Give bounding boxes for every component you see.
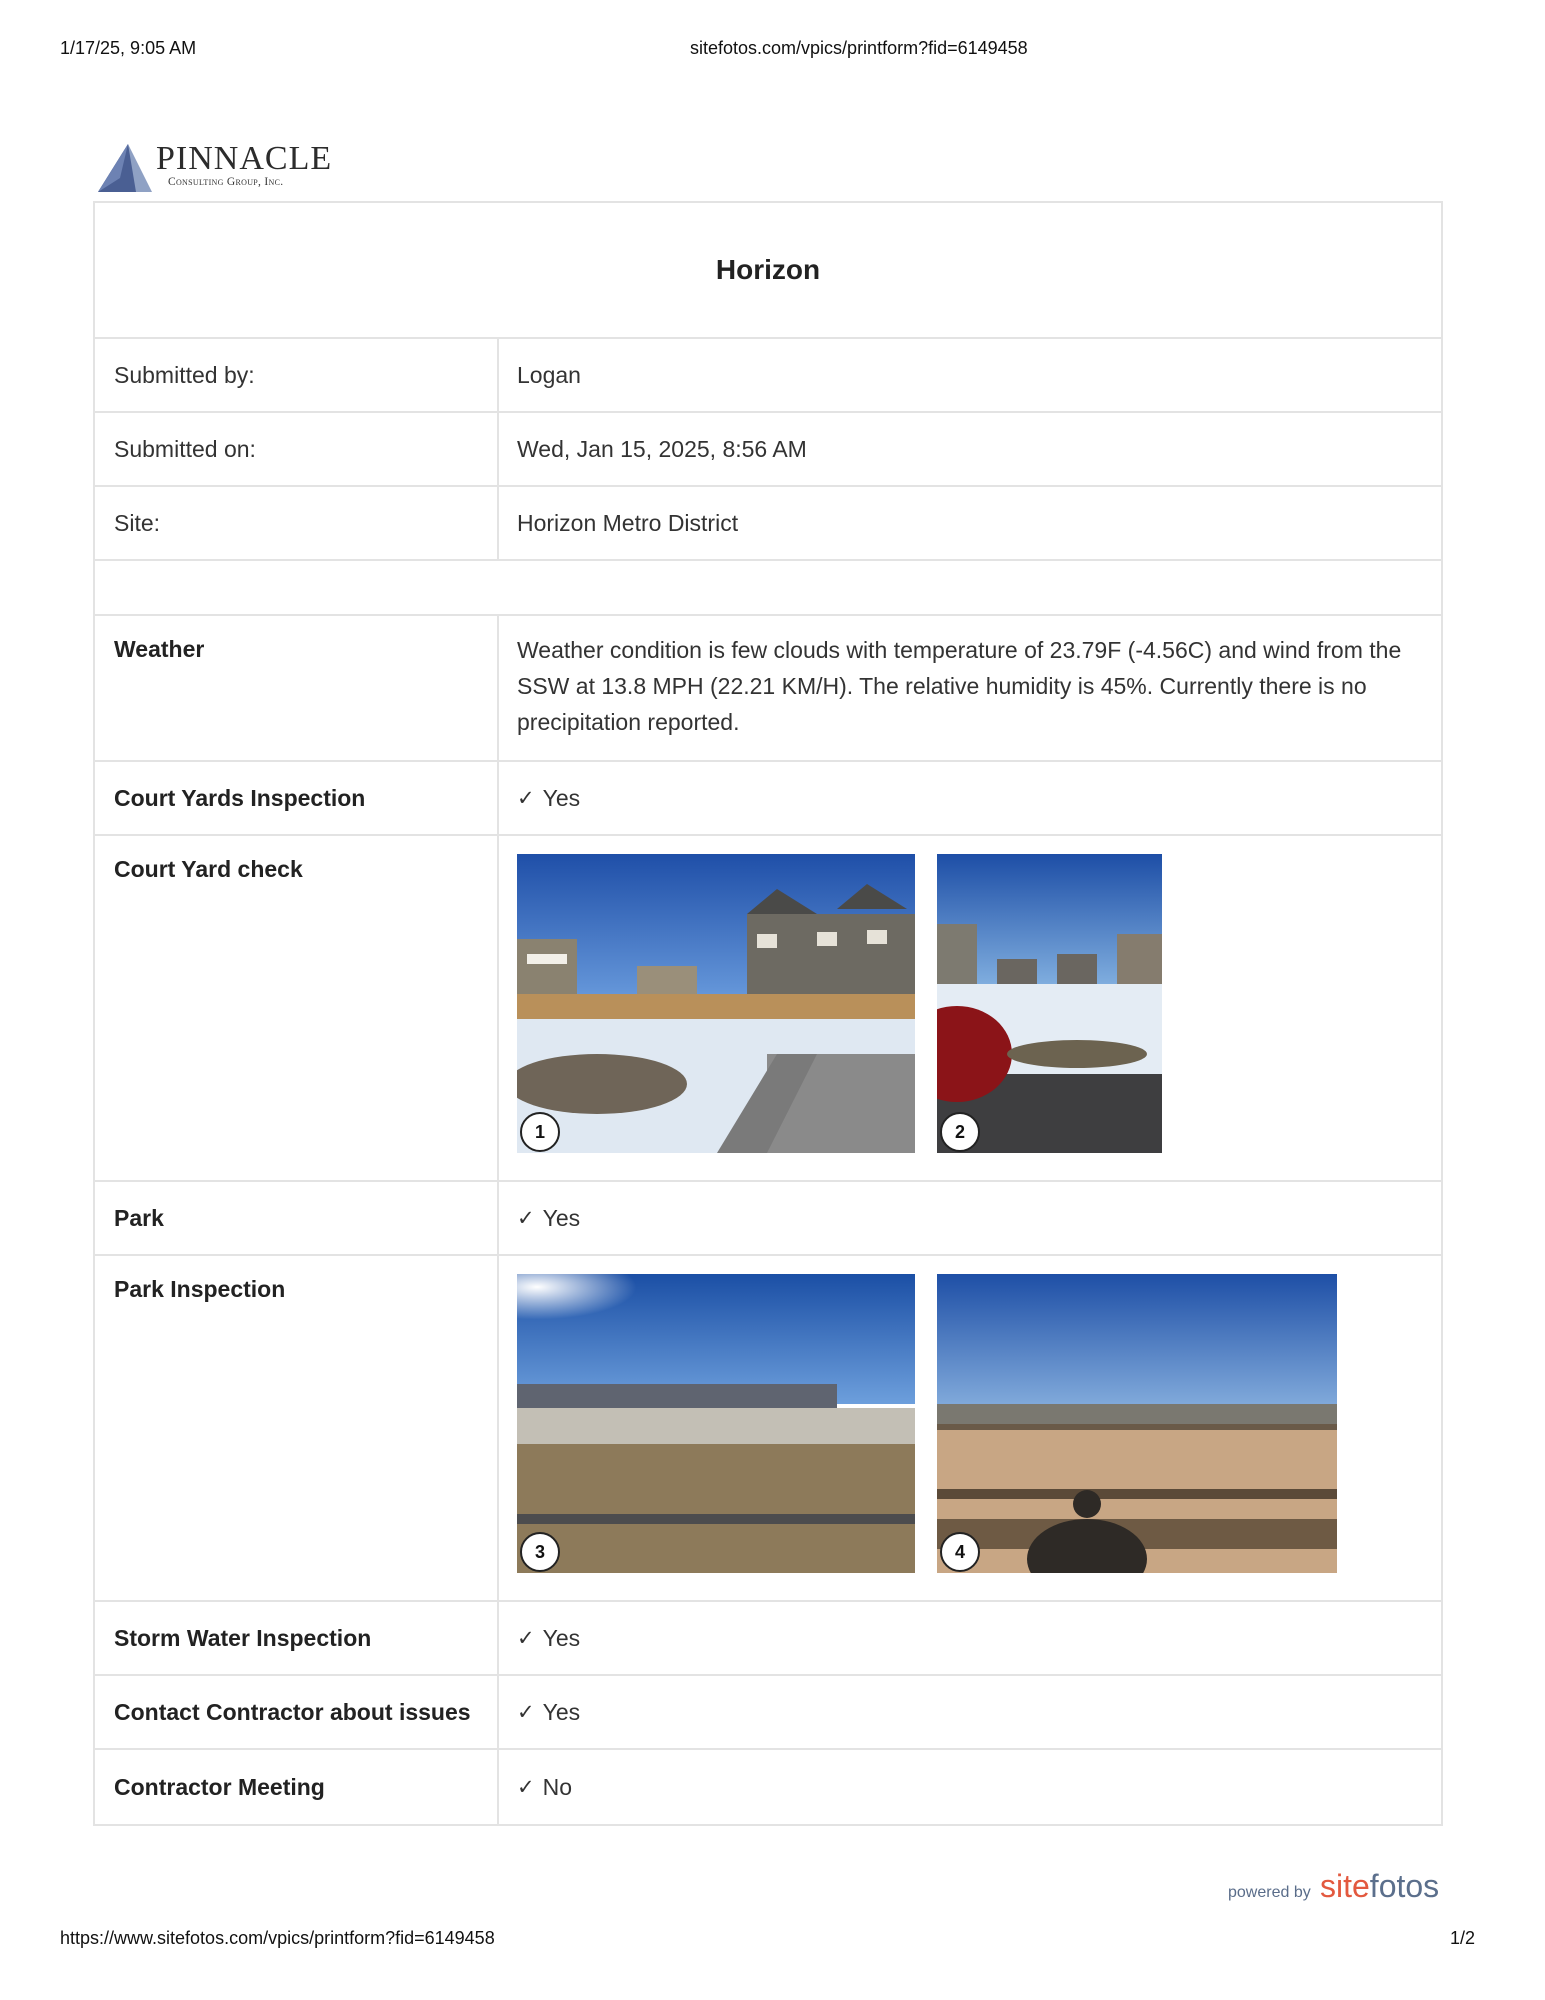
photo-thumbnail[interactable]: 2 <box>937 854 1162 1153</box>
photo-image <box>517 854 915 1153</box>
court-yard-photos: 1 2 <box>499 836 1441 1180</box>
checkmark-icon: ✓ <box>517 1700 535 1724</box>
contact-contractor-row: Contact Contractor about issues ✓ Yes <box>95 1676 1441 1750</box>
checkmark-icon: ✓ <box>517 786 535 810</box>
submitted-on-row: Submitted on: Wed, Jan 15, 2025, 8:56 AM <box>95 413 1441 487</box>
checkmark-icon: ✓ <box>517 1626 535 1650</box>
form-title: Horizon <box>95 203 1441 339</box>
page-number: 1/2 <box>1449 1928 1475 1948</box>
photo-number-badge: 3 <box>520 1532 560 1572</box>
photo-image <box>517 1274 915 1573</box>
photo-thumbnail[interactable]: 4 <box>937 1274 1337 1573</box>
print-url[interactable]: sitefotos.com/vpics/printform?fid=614945… <box>690 38 1028 59</box>
court-yards-inspection-row: Court Yards Inspection ✓ Yes <box>95 762 1441 836</box>
site-value: Horizon Metro District <box>517 510 739 536</box>
answer-text: Yes <box>542 1699 581 1725</box>
powered-by-label: powered by <box>1228 1884 1311 1901</box>
park-value: ✓ Yes <box>499 1182 1441 1254</box>
photo-number-badge: 2 <box>940 1112 980 1152</box>
storm-water-inspection-row: Storm Water Inspection ✓ Yes <box>95 1602 1441 1676</box>
park-label: Park <box>95 1182 499 1254</box>
site-row: Site: Horizon Metro District <box>95 487 1441 561</box>
submitted-by-label: Submitted by: <box>95 339 499 411</box>
park-inspection-label: Park Inspection <box>95 1256 499 1600</box>
court-yard-check-row: Court Yard check 1 2 <box>95 836 1441 1182</box>
checkmark-icon: ✓ <box>517 1775 535 1799</box>
pinnacle-logo: PINNACLE Consulting Group, Inc. <box>96 138 336 196</box>
photo-thumbnail[interactable]: 1 <box>517 854 915 1153</box>
park-photos: 3 4 <box>499 1256 1441 1600</box>
logo-wordmark: PINNACLE <box>156 140 333 177</box>
section-divider <box>95 561 1441 616</box>
inspection-form: Horizon Submitted by: Logan Submitted on… <box>93 201 1443 1826</box>
answer-text: Yes <box>542 1205 581 1231</box>
court-yards-inspection-value: ✓ Yes <box>499 762 1441 834</box>
checkmark-icon: ✓ <box>517 1206 535 1230</box>
answer-text: No <box>542 1774 573 1800</box>
park-row: Park ✓ Yes <box>95 1182 1441 1256</box>
storm-water-inspection-label: Storm Water Inspection <box>95 1602 499 1674</box>
answer-text: Yes <box>542 785 581 811</box>
storm-water-inspection-value: ✓ Yes <box>499 1602 1441 1674</box>
court-yards-inspection-label: Court Yards Inspection <box>95 762 499 834</box>
photo-image <box>937 854 1162 1153</box>
photo-number-badge: 4 <box>940 1532 980 1572</box>
park-inspection-row: Park Inspection 3 4 <box>95 1256 1441 1602</box>
pinnacle-triangle-icon <box>98 144 152 192</box>
contact-contractor-label: Contact Contractor about issues <box>95 1676 499 1748</box>
contractor-meeting-row: Contractor Meeting ✓ No <box>95 1750 1441 1824</box>
print-footer: https://www.sitefotos.com/vpics/printfor… <box>0 1928 1545 1952</box>
submitted-on-label: Submitted on: <box>95 413 499 485</box>
logo-subtitle: Consulting Group, Inc. <box>168 176 284 188</box>
print-datetime: 1/17/25, 9:05 AM <box>60 38 197 58</box>
weather-label: Weather <box>95 616 499 760</box>
submitted-by-value: Logan <box>517 362 581 388</box>
photo-thumbnail[interactable]: 3 <box>517 1274 915 1573</box>
contact-contractor-value: ✓ Yes <box>499 1676 1441 1748</box>
weather-value: Weather condition is few clouds with tem… <box>517 637 1402 735</box>
answer-text: Yes <box>542 1625 581 1651</box>
court-yard-check-label: Court Yard check <box>95 836 499 1180</box>
print-header: 1/17/25, 9:05 AM sitefotos.com/vpics/pri… <box>0 38 1545 62</box>
contractor-meeting-value: ✓ No <box>499 1750 1441 1824</box>
submitted-by-row: Submitted by: Logan <box>95 339 1441 413</box>
photo-number-badge: 1 <box>520 1112 560 1152</box>
sitefotos-logo: sitefotos <box>1320 1868 1440 1904</box>
weather-row: Weather Weather condition is few clouds … <box>95 616 1441 762</box>
site-label: Site: <box>95 487 499 559</box>
photo-image <box>937 1274 1337 1573</box>
footer-url[interactable]: https://www.sitefotos.com/vpics/printfor… <box>60 1928 495 1949</box>
contractor-meeting-label: Contractor Meeting <box>95 1750 499 1824</box>
submitted-on-value: Wed, Jan 15, 2025, 8:56 AM <box>517 436 807 462</box>
